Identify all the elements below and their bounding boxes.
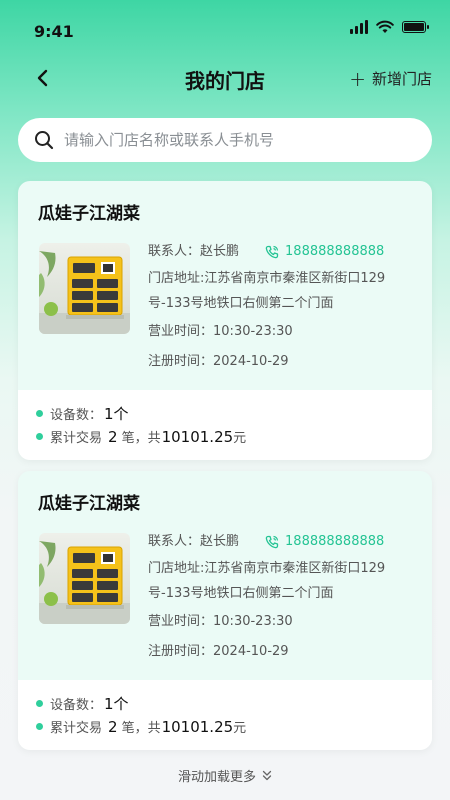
- contact-row: 联系人： 赵长鹏 188888888888: [148, 529, 416, 555]
- add-store-label: 新增门店: [371, 70, 432, 88]
- transaction-unit: 元: [233, 431, 247, 446]
- contact-row: 联系人： 赵长鹏 188888888888: [148, 239, 416, 265]
- phone-link[interactable]: 188888888888: [265, 529, 384, 555]
- search-input[interactable]: [64, 131, 404, 149]
- store-info: 联系人： 赵长鹏 188888888888 门店地址:江苏省南京市秦淮区新街口1…: [148, 239, 416, 376]
- reg-label: 注册时间：: [148, 354, 214, 369]
- phone-icon: [265, 245, 279, 259]
- hours-row: 营业时间：10:30-23:30: [148, 318, 416, 346]
- hours-label: 营业时间：: [148, 614, 214, 629]
- dot-icon: [36, 723, 43, 730]
- device-label: 设备数：: [50, 698, 103, 713]
- contact-name: 赵长鹏: [200, 534, 240, 549]
- device-count: 1个: [104, 405, 129, 423]
- hours-row: 营业时间：10:30-23:30: [148, 608, 416, 636]
- search-bar[interactable]: [18, 118, 432, 162]
- plus-icon: +: [349, 66, 366, 91]
- transaction-unit: 元: [233, 721, 247, 736]
- contact-label: 联系人：: [148, 534, 201, 549]
- nav-bar: 我的门店 + 新增门店: [0, 56, 450, 100]
- charger-image: [39, 533, 130, 624]
- reg-value: 2024-10-29: [213, 354, 289, 369]
- card-footer: 设备数： 1个 累计交易 2 笔，共 10101.25 元: [18, 680, 432, 750]
- contact-label: 联系人：: [148, 244, 201, 259]
- transaction-mid: 笔，共: [121, 721, 161, 736]
- transaction-count: 2: [108, 427, 118, 446]
- signal-icon: [350, 20, 368, 34]
- contact-name: 赵长鹏: [200, 244, 240, 259]
- dot-icon: [36, 700, 43, 707]
- battery-icon: [402, 21, 429, 33]
- device-stat: 设备数： 1个: [36, 692, 432, 715]
- transaction-amount: 10101.25: [161, 717, 234, 736]
- phone-number: 188888888888: [285, 534, 385, 549]
- hours-value: 10:30-23:30: [213, 614, 293, 629]
- chevron-double-down-icon: [262, 770, 272, 780]
- status-bar: 9:41: [0, 0, 450, 60]
- store-card[interactable]: 瓜娃子江湖菜 联系人： 赵长鹏 188888888888 门店地址:江苏省南京市…: [18, 181, 432, 460]
- phone-number: 188888888888: [285, 244, 385, 259]
- transaction-mid: 笔，共: [121, 431, 161, 446]
- transaction-count: 2: [108, 717, 118, 736]
- charger-image: [39, 243, 130, 334]
- hours-value: 10:30-23:30: [213, 324, 293, 339]
- wifi-icon: [376, 20, 394, 33]
- device-label: 设备数：: [50, 408, 103, 423]
- reg-label: 注册时间：: [148, 644, 214, 659]
- device-stat: 设备数： 1个: [36, 402, 432, 425]
- phone-link[interactable]: 188888888888: [265, 239, 384, 265]
- reg-row: 注册时间：2024-10-29: [148, 638, 416, 666]
- status-time: 9:41: [34, 22, 74, 41]
- phone-icon: [265, 535, 279, 549]
- address-row: 门店地址:江苏省南京市秦淮区新街口129号-133号地铁口右侧第二个门面: [148, 266, 416, 316]
- transaction-stat: 累计交易 2 笔，共 10101.25 元: [36, 715, 432, 738]
- dot-icon: [36, 410, 43, 417]
- transaction-stat: 累计交易 2 笔，共 10101.25 元: [36, 425, 432, 448]
- address-label: 门店地址:: [148, 271, 205, 286]
- reg-value: 2024-10-29: [213, 644, 289, 659]
- add-store-button[interactable]: + 新增门店: [349, 68, 432, 89]
- address-label: 门店地址:: [148, 561, 205, 576]
- dot-icon: [36, 433, 43, 440]
- store-info: 联系人： 赵长鹏 188888888888 门店地址:江苏省南京市秦淮区新街口1…: [148, 529, 416, 666]
- card-footer: 设备数： 1个 累计交易 2 笔，共 10101.25 元: [18, 390, 432, 460]
- transaction-label: 累计交易: [50, 721, 103, 736]
- device-count: 1个: [104, 695, 129, 713]
- store-name: 瓜娃子江湖菜: [38, 494, 140, 514]
- load-more-label: 滑动加载更多: [177, 770, 256, 785]
- hours-label: 营业时间：: [148, 324, 214, 339]
- load-more-hint[interactable]: 滑动加载更多: [0, 766, 450, 785]
- status-icons: [350, 20, 429, 34]
- search-icon: [35, 131, 54, 150]
- transaction-amount: 10101.25: [161, 427, 234, 446]
- store-name: 瓜娃子江湖菜: [38, 204, 140, 224]
- store-card[interactable]: 瓜娃子江湖菜 联系人： 赵长鹏 188888888888 门店地址:江苏省南京市…: [18, 471, 432, 750]
- reg-row: 注册时间：2024-10-29: [148, 348, 416, 376]
- transaction-label: 累计交易: [50, 431, 103, 446]
- address-row: 门店地址:江苏省南京市秦淮区新街口129号-133号地铁口右侧第二个门面: [148, 556, 416, 606]
